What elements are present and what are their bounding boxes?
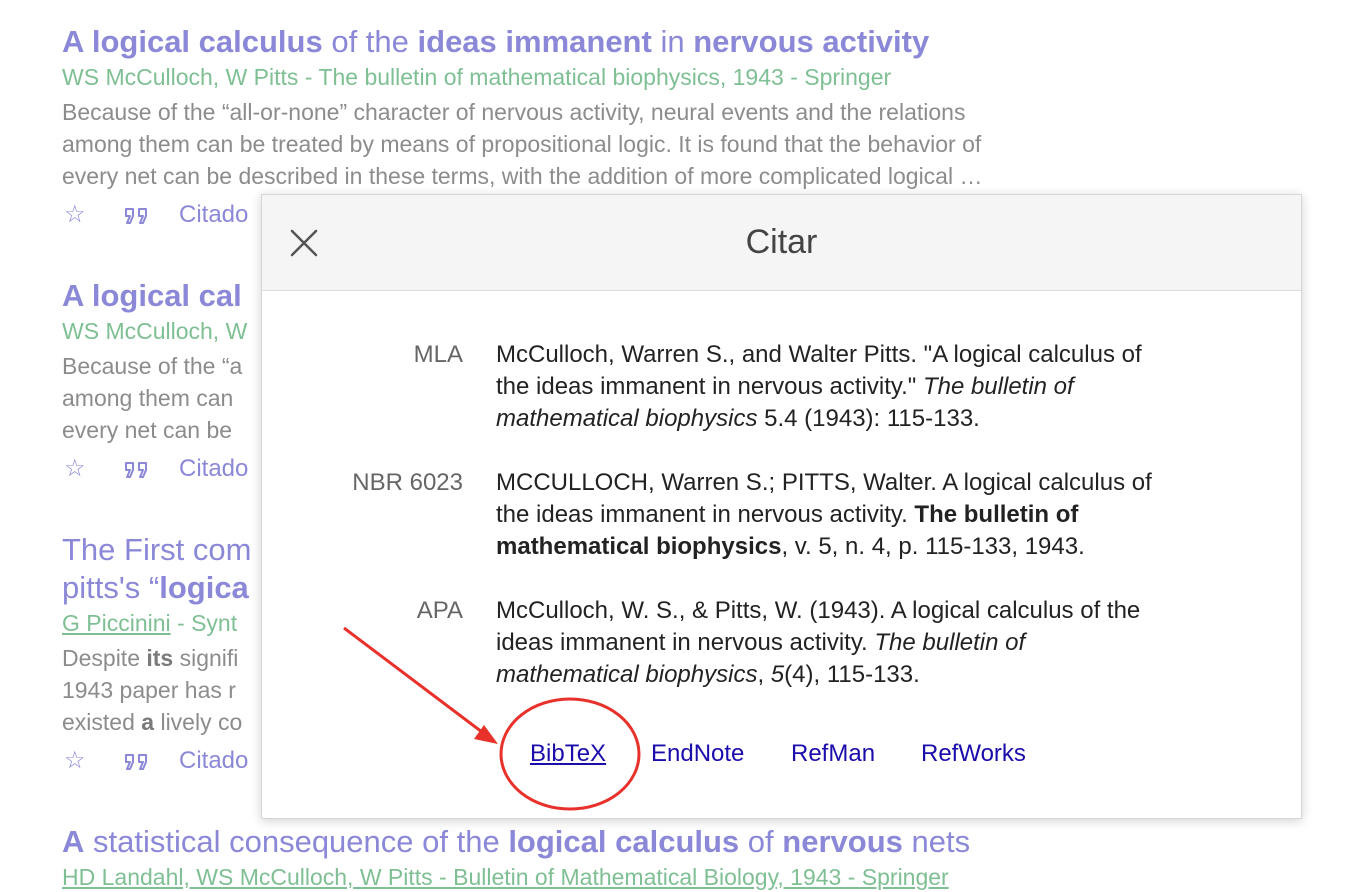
citation-text[interactable]: MCCULLOCH, Warren S.; PITTS, Walter. A l… [496, 467, 1256, 563]
refman-link[interactable]: RefMan [791, 735, 875, 773]
dialog-title: Citar [745, 223, 818, 261]
quote-icon[interactable] [122, 449, 154, 489]
citation-style-label: NBR 6023 [352, 469, 463, 496]
bibtex-link[interactable]: BibTeX [530, 735, 606, 773]
quote-icon[interactable] [122, 741, 154, 781]
cited-by-link[interactable]: Citado [179, 741, 248, 781]
result-snippet: Because of the “all-or-none” character o… [62, 99, 983, 189]
cite-dialog: Citar MLA McCulloch, Warren S., and Walt… [261, 194, 1302, 819]
citation-text[interactable]: McCulloch, Warren S., and Walter Pitts. … [496, 339, 1256, 435]
result-item: A statistical consequence of the logical… [62, 823, 1162, 892]
cited-by-link[interactable]: Citado [179, 449, 248, 489]
result-title-link[interactable]: A logical calculus of the ideas immanent… [62, 23, 1162, 61]
citation-text[interactable]: McCulloch, W. S., & Pitts, W. (1943). A … [496, 595, 1256, 691]
quote-icon[interactable] [122, 195, 154, 235]
dialog-header: Citar [262, 195, 1301, 291]
star-icon[interactable]: ☆ [64, 741, 86, 781]
author-link[interactable]: G Piccinini [62, 610, 171, 636]
export-links: BibTeX EndNote RefMan RefWorks [262, 735, 1301, 775]
refworks-link[interactable]: RefWorks [921, 735, 1026, 773]
citation-style-label: MLA [413, 341, 463, 368]
citation-style-label: APA [416, 597, 463, 624]
result-meta: WS McCulloch, W Pitts - The bulletin of … [62, 64, 892, 90]
result-title-link[interactable]: A statistical consequence of the logical… [62, 823, 1162, 861]
endnote-link[interactable]: EndNote [651, 735, 744, 773]
star-icon[interactable]: ☆ [64, 195, 86, 235]
cited-by-link[interactable]: Citado [179, 195, 248, 235]
star-icon[interactable]: ☆ [64, 449, 86, 489]
result-meta: HD Landahl, WS McCulloch, W Pitts - Bull… [62, 864, 949, 890]
